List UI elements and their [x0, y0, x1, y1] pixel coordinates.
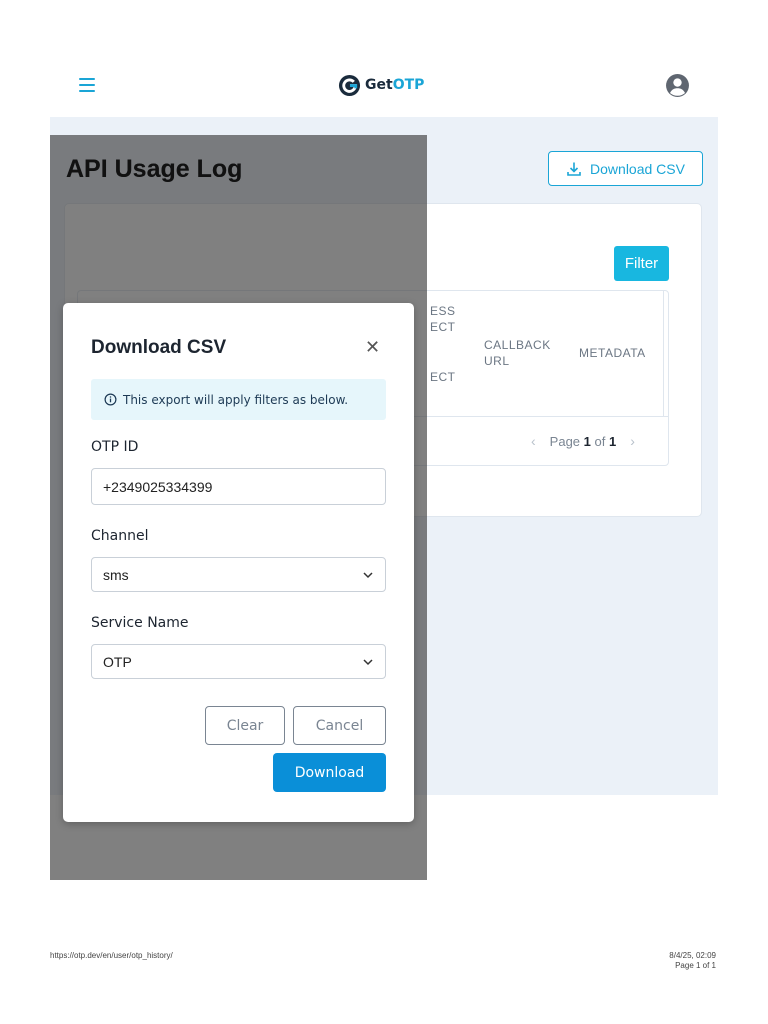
hamburger-icon[interactable] [79, 78, 95, 92]
column-divider [663, 291, 664, 416]
app-page: GetOTP API Usage Log Download CSV Filter… [50, 50, 718, 880]
channel-select[interactable]: sms [91, 557, 386, 592]
print-footer-datetime: 8/4/25, 02:09 [669, 951, 716, 960]
download-csv-label: Download CSV [590, 160, 685, 177]
otp-id-label: OTP ID [91, 439, 139, 455]
service-name-selected-value: OTP [103, 653, 132, 670]
top-navbar: GetOTP [50, 50, 718, 117]
print-footer-url: https://otp.dev/en/user/otp_history/ [50, 951, 173, 960]
prev-page-icon[interactable]: ‹ [531, 433, 536, 449]
logo-text: GetOTP [365, 77, 425, 93]
service-name-label: Service Name [91, 615, 189, 631]
table-header-partial-bottom: ECT [430, 370, 456, 384]
table-header-metadata: METADATA [579, 346, 646, 360]
print-footer-meta: 8/4/25, 02:09 Page 1 of 1 [669, 951, 716, 971]
table-header-callback-url: CALLBACK URL [484, 338, 551, 368]
info-circle-icon [104, 393, 117, 406]
filter-button[interactable]: Filter [614, 246, 669, 281]
channel-label: Channel [91, 528, 149, 544]
info-text: This export will apply filters as below. [123, 392, 349, 407]
cancel-button[interactable]: Cancel [293, 706, 386, 745]
table-header-partial: ESS ECT [430, 304, 456, 334]
logo-mark-icon [338, 74, 361, 96]
pagination: ‹ Page 1 of 1 › [531, 433, 635, 449]
logo[interactable]: GetOTP [338, 73, 424, 97]
chevron-down-icon [363, 658, 373, 665]
download-button[interactable]: Download [273, 753, 386, 792]
otp-id-input[interactable]: +2349025334399 [91, 468, 386, 505]
info-banner: This export will apply filters as below. [91, 379, 386, 420]
download-csv-button[interactable]: Download CSV [548, 151, 703, 186]
chevron-down-icon [363, 571, 373, 578]
modal-title: Download CSV [91, 337, 227, 358]
service-name-select[interactable]: OTP [91, 644, 386, 679]
page-title-behind-overlay: API Usage Log [66, 155, 243, 183]
download-icon [567, 162, 581, 176]
modal-backdrop[interactable]: API Usage Log Download CSV ✕ This export… [50, 135, 427, 880]
clear-button[interactable]: Clear [205, 706, 285, 745]
close-icon[interactable]: ✕ [365, 337, 380, 358]
user-circle-icon[interactable] [665, 73, 690, 98]
channel-selected-value: sms [103, 566, 129, 583]
download-csv-modal: Download CSV ✕ This export will apply fi… [63, 303, 414, 822]
page-indicator: Page 1 of 1 [549, 433, 617, 449]
next-page-icon[interactable]: › [630, 433, 635, 449]
print-footer-page: Page 1 of 1 [675, 961, 716, 970]
